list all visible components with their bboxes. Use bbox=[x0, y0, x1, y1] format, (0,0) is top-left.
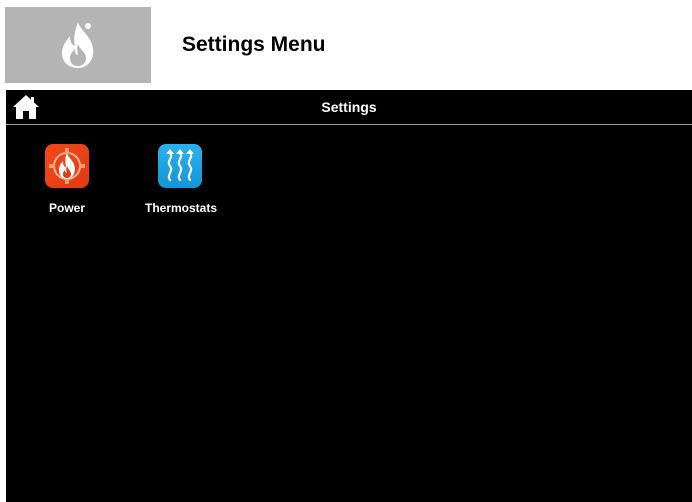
title-bar: Settings bbox=[6, 90, 692, 125]
power-flame-icon bbox=[45, 144, 89, 188]
home-icon bbox=[13, 95, 39, 119]
home-button[interactable] bbox=[12, 93, 40, 121]
thermostats-tile[interactable]: Thermostats bbox=[126, 144, 236, 224]
screen-title: Settings bbox=[321, 99, 377, 115]
power-tile[interactable]: Power bbox=[12, 144, 122, 224]
document-title: Settings Menu bbox=[182, 33, 326, 56]
power-label: Power bbox=[48, 201, 85, 215]
flame-icon bbox=[61, 22, 94, 68]
thermostats-label: Thermostats bbox=[144, 201, 218, 215]
thermostat-heat-waves-icon bbox=[158, 144, 202, 188]
logo bbox=[5, 7, 151, 83]
device-screen: Settings Power Thermostats bbox=[6, 90, 692, 502]
page: Settings Menu Settings Power Thermostats bbox=[0, 0, 692, 502]
document-header: Settings Menu bbox=[0, 0, 692, 88]
